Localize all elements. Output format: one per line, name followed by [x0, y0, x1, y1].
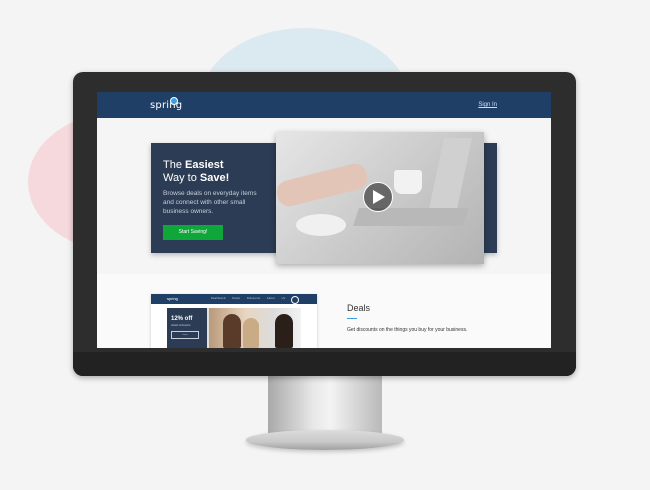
hero-title-line2-prefix: Way to — [163, 172, 200, 184]
laptop-screen-image — [427, 138, 473, 214]
play-icon — [373, 190, 385, 204]
monitor: spring Sign In The Easiest Way to Save! … — [73, 72, 576, 376]
hand-image — [276, 161, 370, 209]
sign-in-link[interactable]: Sign In — [478, 102, 497, 108]
monitor-neck — [268, 376, 382, 436]
thumbnail-user-icon — [291, 296, 299, 304]
deals-description: Get discounts on the things you buy for … — [347, 327, 468, 333]
deals-divider — [347, 318, 357, 319]
mouse-image — [296, 214, 346, 236]
site-header: spring Sign In — [97, 92, 551, 118]
laptop-keyboard-image — [353, 208, 469, 226]
monitor-bezel-bottom — [73, 352, 576, 376]
monitor-screen: spring Sign In The Easiest Way to Save! … — [97, 92, 551, 348]
monitor-base — [246, 430, 404, 450]
hero-title-prefix: The — [163, 159, 186, 171]
coffee-cup-image — [394, 170, 422, 194]
hero-video[interactable] — [276, 132, 484, 264]
hero-title: The Easiest Way to Save! — [163, 159, 283, 185]
hero-title-bold-2: Save! — [199, 172, 230, 184]
thumbnail-offer-title: 12% off — [171, 316, 193, 322]
deals-screenshot-thumbnail: spring Dashboard Deals Discounts About U… — [151, 294, 317, 348]
thumbnail-offer-button: Learn — [171, 331, 199, 339]
spring-logo-dot-icon — [170, 97, 178, 105]
start-saving-button[interactable]: Start Saving! — [163, 225, 223, 240]
hero-title-bold-1: Easiest — [185, 159, 224, 171]
thumbnail-person-3 — [275, 314, 293, 348]
thumbnail-person-1 — [223, 314, 241, 348]
thumbnail-promo-card — [167, 308, 207, 348]
thumbnail-person-2 — [243, 318, 259, 348]
deals-title: Deals — [347, 303, 371, 313]
thumbnail-logo: spring — [167, 296, 178, 301]
thumbnail-nav: Dashboard Deals Discounts About Us — [211, 297, 286, 300]
play-button[interactable] — [363, 182, 393, 212]
hero-subtitle: Browse deals on everyday items and conne… — [163, 190, 257, 215]
thumbnail-offer-subtitle: Hotels & Resorts — [171, 324, 191, 327]
